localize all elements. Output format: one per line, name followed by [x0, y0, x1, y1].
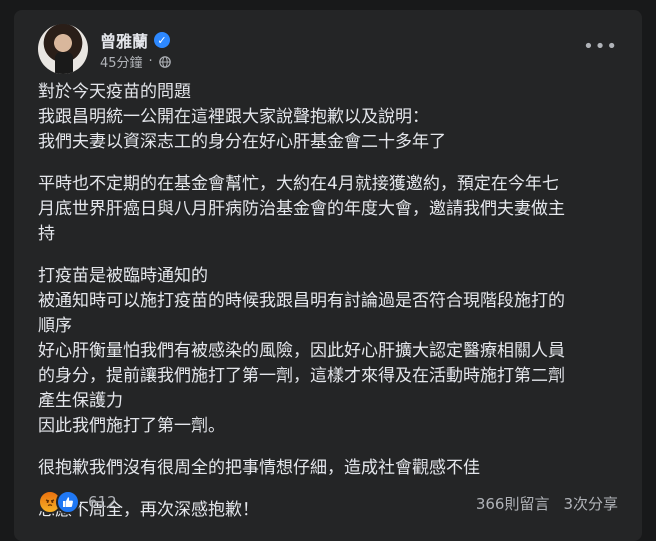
post-text-line: 好心肝衡量怕我們有被感染的風險，因此好心肝擴大認定醫療相關人員 — [38, 341, 565, 361]
post-text-line: 順序 — [38, 316, 72, 336]
engagement-stats: 366則留言 3次分享 — [476, 493, 618, 514]
post-text-line: 我們夫妻以資深志工的身分在好心肝基金會二十多年了 — [38, 132, 446, 152]
post-text-line: 很抱歉我們沒有很周全的把事情想仔細，造成社會觀感不佳 — [38, 458, 480, 478]
post-text-line: 月底世界肝癌日與八月肝病防治基金會的年度大會，邀請我們夫妻做主 — [38, 199, 565, 219]
reaction-summary[interactable]: 612 — [38, 490, 117, 514]
post-text-line: 被通知時可以施打疫苗的時候我跟昌明有討論過是否符合現階段施打的 — [38, 291, 565, 311]
reaction-count: 612 — [88, 493, 117, 511]
reaction-icons — [38, 490, 80, 514]
post-paragraph: 平時也不定期的在基金會幫忙，大約在4月就接獲邀約，預定在今年七 月底世界肝癌日與八… — [38, 172, 628, 247]
post-card: 曾雅蘭 ✓ 45分鐘 · ••• 對於今天疫苗的問題我跟昌明統一公開在這裡跟大家… — [14, 10, 642, 541]
globe-icon[interactable] — [158, 55, 171, 68]
post-text-line: 因此我們施打了第一劑。 — [38, 416, 225, 436]
more-options-icon[interactable]: ••• — [583, 38, 618, 56]
post-text-line: 持 — [38, 224, 55, 244]
post-text-line: 打疫苗是被臨時通知的 — [38, 266, 208, 286]
like-reaction-icon — [56, 490, 80, 514]
author-name[interactable]: 曾雅蘭 — [100, 28, 148, 52]
post-text-line: 的身分，提前讓我們施打了第一劑，這樣才來得及在活動時施打第二劑 — [38, 366, 565, 386]
post-text-line: 平時也不定期的在基金會幫忙，大約在4月就接獲邀約，預定在今年七 — [38, 174, 559, 194]
post-paragraph: 很抱歉我們沒有很周全的把事情想仔細，造成社會觀感不佳 — [38, 456, 628, 481]
shares-count-link[interactable]: 3次分享 — [563, 493, 618, 514]
post-meta: 45分鐘 · — [100, 52, 171, 71]
verified-badge-icon: ✓ — [154, 32, 171, 48]
comments-count-link[interactable]: 366則留言 — [476, 493, 550, 514]
post-body: 對於今天疫苗的問題我跟昌明統一公開在這裡跟大家說聲抱歉以及說明： 我們夫妻以資深志… — [38, 80, 628, 540]
author-avatar[interactable] — [38, 24, 88, 74]
post-time[interactable]: 45分鐘 — [100, 52, 143, 71]
author-header: 曾雅蘭 ✓ — [100, 28, 171, 52]
post-paragraph: 打疫苗是被臨時通知的被通知時可以施打疫苗的時候我跟昌明有討論過是否符合現階段施打… — [38, 264, 628, 439]
post-paragraph: 對於今天疫苗的問題我跟昌明統一公開在這裡跟大家說聲抱歉以及說明： 我們夫妻以資深志… — [38, 80, 628, 155]
post-text-line: 我跟昌明統一公開在這裡跟大家說聲抱歉以及說明： — [38, 107, 429, 127]
post-text-line: 產生保護力 — [38, 391, 123, 411]
post-text-line: 對於今天疫苗的問題 — [38, 82, 191, 102]
